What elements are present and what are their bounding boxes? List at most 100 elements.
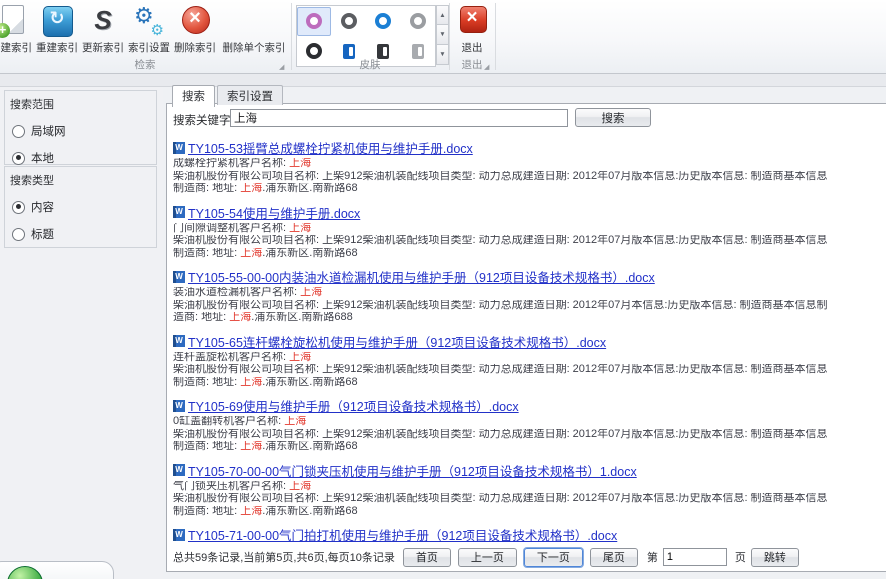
first-page-button[interactable]: 首页 [403, 548, 451, 567]
word-doc-icon: W [173, 335, 185, 347]
jump-button[interactable]: 跳转 [751, 548, 799, 567]
result-description-line: 柴油机股份有限公司项目名称: 上柴912柴油机装配线项目类型: 动力总成建造日期… [173, 364, 886, 376]
word-doc-icon: W [173, 464, 185, 476]
dialog-launcher-icon[interactable]: ◢ [279, 63, 284, 71]
description-text: 制造商: 地址: [173, 183, 240, 194]
group-label-skin: 皮肤 [292, 57, 448, 72]
result-item: WTY105-65连杆螺栓旋松机使用与维护手册（912项目设备技术规格书）.do… [173, 332, 886, 389]
delete-single-index-icon [237, 3, 271, 39]
pagination-bar: 总共59条记录,当前第5页,共6页,每页10条记录 首页 上一页 下一页 尾页 … [173, 547, 806, 567]
next-page-button[interactable]: 下一页 [524, 548, 583, 567]
skin-3-icon [375, 13, 391, 29]
search-scope-groupbox: 搜索范围 局域网本地 [4, 90, 157, 165]
exit-button[interactable]: 退出 [452, 2, 492, 59]
highlighted-keyword: 上海 [289, 158, 311, 169]
group-label-search: 检索 [0, 57, 290, 72]
result-description-line: 柴油机股份有限公司项目名称: 上柴912柴油机装配线项目类型: 动力总成建造日期… [173, 493, 886, 505]
result-description-line: 柴油机股份有限公司项目名称: 上柴912柴油机装配线项目类型: 动力总成建造日期… [173, 429, 886, 441]
exit-icon [455, 3, 489, 39]
description-text: .浦东新区.南新路68 [262, 506, 357, 517]
result-link[interactable]: TY105-55-00-00内装油水道检漏机使用与维护手册（912项目设备技术规… [188, 267, 655, 286]
page-prefix-label: 第 [647, 549, 658, 565]
ribbon-button-index-settings[interactable]: 索引设置 [126, 2, 172, 59]
result-description-line: 柴油机股份有限公司项目名称: 上柴912柴油机装配线项目类型: 动力总成建造日期… [173, 171, 886, 183]
search-button[interactable]: 搜索 [575, 108, 651, 127]
result-title-row: WTY105-54使用与维护手册.docx [173, 203, 886, 222]
app-window: 新建索引重建索引更新索引索引设置删除索引删除单个索引 检索 ◢ ▲ ▼ ▼ 皮肤… [0, 0, 886, 579]
word-doc-icon: W [173, 142, 185, 154]
floating-widget[interactable] [0, 561, 114, 579]
tab-index-settings[interactable]: 索引设置 [217, 85, 283, 105]
radio-option[interactable]: 标题 [12, 226, 156, 242]
result-description-line: 制造商: 地址: 上海.浦东新区.南新路68 [173, 377, 886, 389]
ribbon-group-search-buttons: 新建索引重建索引更新索引索引设置删除索引删除单个索引 [0, 2, 290, 59]
result-description-line: 柴油机股份有限公司项目名称: 上柴912柴油机装配线项目类型: 动力总成建造日期… [173, 235, 886, 247]
tab-search[interactable]: 搜索 [172, 85, 215, 107]
highlighted-keyword: 上海 [240, 248, 262, 259]
result-item: WTY105-69使用与维护手册（912项目设备技术规格书）.docx0缸盖翻转… [173, 396, 886, 453]
results-list: WTY105-53摇臂总成螺栓拧紧机使用与维护手册.docx成螺栓拧紧机客户名称… [173, 130, 886, 545]
result-description-line: 制造商: 地址: 上海.浦东新区.南新路68 [173, 183, 886, 195]
result-description-line: 气门锁夹压机客户名称: 上海 [173, 481, 886, 493]
description-text: 0缸盖翻转机客户名称: [173, 416, 284, 427]
description-text: 制造商: 地址: [173, 506, 240, 517]
search-type-groupbox: 搜索类型 内容标题 [4, 166, 157, 248]
ribbon-button-delete-single-index[interactable]: 删除单个索引 [218, 2, 290, 59]
last-page-button[interactable]: 尾页 [590, 548, 638, 567]
result-description-line: 连杆盖旋松机客户名称: 上海 [173, 352, 886, 364]
highlighted-keyword: 上海 [240, 506, 262, 517]
radio-option-label: 内容 [31, 199, 54, 215]
ribbon-button-label: 重建索引 [34, 40, 80, 55]
dialog-launcher-icon[interactable]: ◢ [484, 63, 489, 71]
gallery-scroll-up-icon[interactable]: ▲ [436, 5, 449, 25]
prev-page-button[interactable]: 上一页 [458, 548, 517, 567]
description-text: 柴油机股份有限公司项目名称: 上柴912柴油机装配线项目类型: 动力总成建造日期… [173, 429, 828, 440]
ribbon-button-update-index[interactable]: 更新索引 [80, 2, 126, 59]
radio-option[interactable]: 本地 [12, 150, 156, 166]
skin-option-skin-1[interactable] [297, 7, 331, 36]
skin-option-skin-3[interactable] [366, 7, 400, 36]
result-link[interactable]: TY105-71-00-00气门拍打机使用与维护手册（912项目设备技术规格书）… [188, 525, 617, 544]
result-description-line: 0缸盖翻转机客户名称: 上海 [173, 416, 886, 428]
highlighted-keyword: 上海 [240, 377, 262, 388]
result-item: WTY105-54使用与维护手册.docx门间隙调整机客户名称: 上海柴油机股份… [173, 203, 886, 260]
ribbon-button-delete-index[interactable]: 删除索引 [172, 2, 218, 59]
ribbon-bottom-strip [0, 74, 886, 87]
description-text: 装油水道检漏机客户名称: [173, 287, 300, 298]
description-text: 柴油机股份有限公司项目名称: 上柴912柴油机装配线项目类型: 动力总成建造日期… [173, 364, 828, 375]
description-text: .浦东新区.南新路68 [262, 248, 357, 259]
description-text: 制造商: 地址: [173, 441, 240, 452]
skin-option-skin-4[interactable] [401, 7, 435, 36]
gallery-scroll-down-icon[interactable]: ▼ [436, 25, 449, 45]
skin-option-skin-2[interactable] [332, 7, 366, 36]
radio-option[interactable]: 内容 [12, 199, 156, 215]
ribbon-button-rebuild-index[interactable]: 重建索引 [34, 2, 80, 59]
skin-4-icon [410, 13, 426, 29]
ribbon-button-label: 索引设置 [126, 40, 172, 55]
update-index-icon [86, 3, 120, 39]
rebuild-index-icon [40, 3, 74, 39]
ribbon-button-new-index[interactable]: 新建索引 [0, 2, 34, 59]
index-settings-icon [132, 3, 166, 39]
result-link[interactable]: TY105-65连杆螺栓旋松机使用与维护手册（912项目设备技术规格书）.doc… [188, 332, 606, 351]
delete-index-icon [178, 3, 212, 39]
exit-button-label: 退出 [452, 40, 492, 55]
radio-unchecked-icon [12, 228, 25, 241]
result-description-line: 制造商: 地址: 上海.浦东新区.南新路68 [173, 506, 886, 518]
result-link[interactable]: TY105-53摇臂总成螺栓拧紧机使用与维护手册.docx [188, 138, 473, 157]
description-text: 成螺栓拧紧机客户名称: [173, 158, 289, 169]
skin-gallery-scrollbar: ▲ ▼ ▼ [436, 5, 449, 65]
result-link[interactable]: TY105-54使用与维护手册.docx [188, 203, 360, 222]
tab-strip: 搜索 索引设置 [172, 85, 285, 103]
search-type-title: 搜索类型 [5, 167, 156, 188]
radio-option[interactable]: 局域网 [12, 123, 156, 139]
result-link[interactable]: TY105-70-00-00气门锁夹压机使用与维护手册（912项目设备技术规格书… [188, 461, 637, 480]
result-link[interactable]: TY105-69使用与维护手册（912项目设备技术规格书）.docx [188, 396, 519, 415]
result-title-row: WTY105-53摇臂总成螺栓拧紧机使用与维护手册.docx [173, 138, 886, 157]
page-number-input[interactable] [663, 548, 727, 566]
search-keyword-input[interactable] [230, 109, 568, 127]
radio-option-label: 标题 [31, 226, 54, 242]
ribbon-toolbar: 新建索引重建索引更新索引索引设置删除索引删除单个索引 检索 ◢ ▲ ▼ ▼ 皮肤… [0, 0, 886, 74]
highlighted-keyword: 上海 [229, 312, 251, 323]
highlighted-keyword: 上海 [300, 287, 322, 298]
